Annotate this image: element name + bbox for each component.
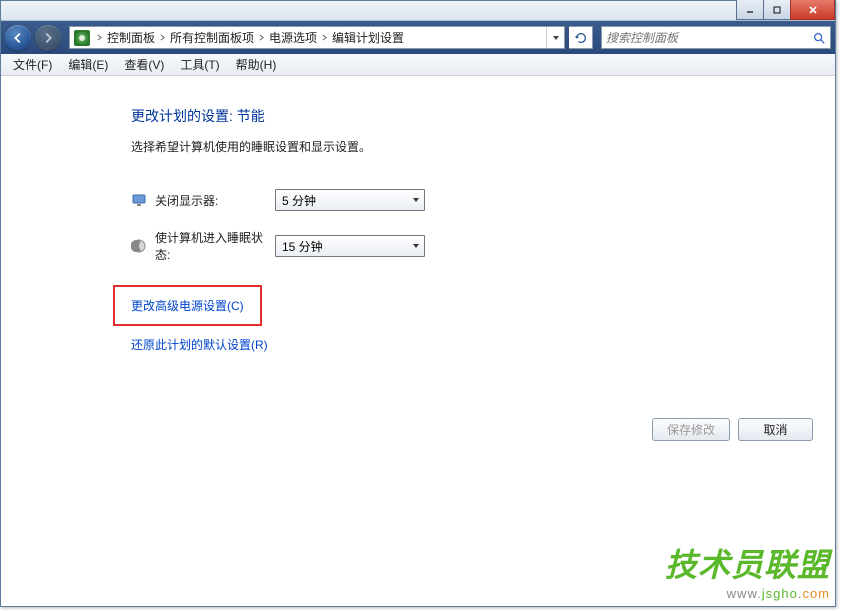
setting-display-label: 关闭显示器: [155,192,275,209]
chevron-right-icon [319,34,330,41]
combo-value: 5 分钟 [282,192,316,209]
chevron-right-icon [157,34,168,41]
minimize-button[interactable] [736,0,764,20]
cancel-button[interactable]: 取消 [738,418,813,441]
combo-value: 15 分钟 [282,238,323,255]
display-timeout-combo[interactable]: 5 分钟 [275,189,425,211]
chevron-right-icon [256,34,267,41]
menu-help[interactable]: 帮助(H) [228,54,285,75]
setting-display-off: 关闭显示器: 5 分钟 [131,189,815,211]
maximize-button[interactable] [763,0,791,20]
search-input[interactable] [606,31,812,45]
chevron-down-icon [412,242,420,250]
links-section: 更改高级电源设置(C) 还原此计划的默认设置(R) [131,285,815,369]
menubar: 文件(F) 编辑(E) 查看(V) 工具(T) 帮助(H) [1,54,835,76]
caption-buttons [736,0,835,20]
address-dropdown-button[interactable] [546,27,564,48]
watermark-url: www.jsgho.com [665,586,830,601]
forward-button[interactable] [35,25,61,51]
search-box[interactable] [601,26,831,49]
monitor-icon [131,192,147,208]
annotation-highlight: 更改高级电源设置(C) [113,285,262,326]
sleep-timeout-combo[interactable]: 15 分钟 [275,235,425,257]
menu-edit[interactable]: 编辑(E) [60,54,116,75]
control-panel-icon [74,30,90,46]
content-area: 更改计划的设置: 节能 选择希望计算机使用的睡眠设置和显示设置。 关闭显示器: … [1,76,835,606]
crumb-control-panel[interactable]: 控制面板 [105,27,157,48]
page-title: 更改计划的设置: 节能 [131,106,815,126]
save-button[interactable]: 保存修改 [652,418,730,441]
menu-tools[interactable]: 工具(T) [172,54,227,75]
menu-file[interactable]: 文件(F) [5,54,60,75]
close-button[interactable] [790,0,835,20]
moon-icon [131,238,147,254]
watermark: 技术员联盟 www.jsgho.com [665,540,830,601]
link-restore-defaults[interactable]: 还原此计划的默认设置(R) [131,336,268,353]
nav-toolbar: 控制面板 所有控制面板项 电源选项 编辑计划设置 [1,21,835,54]
menu-view[interactable]: 查看(V) [116,54,172,75]
window-frame: 控制面板 所有控制面板项 电源选项 编辑计划设置 文件(F) 编辑(E) 查看(… [0,0,836,607]
button-row: 保存修改 取消 [652,418,813,441]
search-icon [812,31,826,45]
page-description: 选择希望计算机使用的睡眠设置和显示设置。 [131,138,815,155]
back-button[interactable] [5,25,31,51]
crumb-edit-plan[interactable]: 编辑计划设置 [330,27,406,48]
link-advanced-power[interactable]: 更改高级电源设置(C) [131,297,244,314]
chevron-down-icon [412,196,420,204]
chevron-right-icon [94,34,105,41]
watermark-text: 技术员联盟 [665,540,830,586]
setting-sleep: 使计算机进入睡眠状态: 15 分钟 [131,229,815,263]
refresh-button[interactable] [569,26,593,49]
setting-sleep-label: 使计算机进入睡眠状态: [155,229,275,263]
titlebar [1,1,835,21]
crumb-all-items[interactable]: 所有控制面板项 [168,27,256,48]
address-bar[interactable]: 控制面板 所有控制面板项 电源选项 编辑计划设置 [69,26,565,49]
crumb-power-options[interactable]: 电源选项 [267,27,319,48]
